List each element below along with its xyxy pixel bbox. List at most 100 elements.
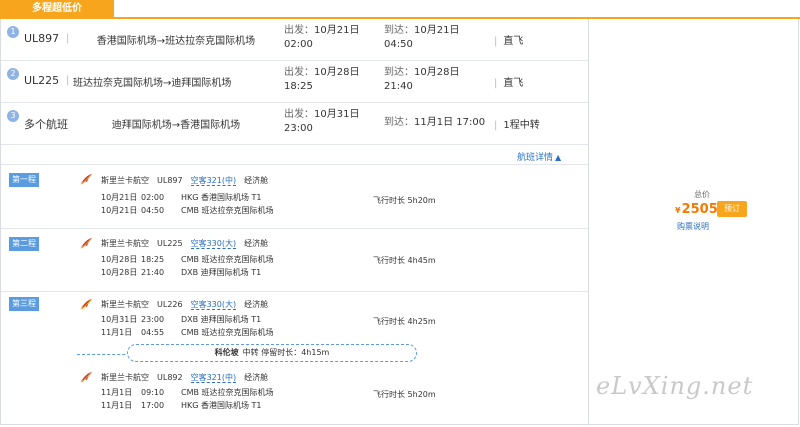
airline-info: 斯里兰卡航空 UL226 空客330(大) 经济舱: [101, 299, 276, 310]
airline-name: 斯里兰卡航空: [101, 176, 149, 185]
arrival-label: 到达：: [384, 117, 414, 128]
arrival-date: 10月28日: [414, 67, 460, 78]
itinerary-card: 1 UL897 | 香港国际机场→班达拉奈克国际机场 出发：10月21日 02:…: [0, 19, 799, 425]
price-amount: 2505: [681, 202, 718, 217]
flight-duration: 飞行时长 5h20m: [373, 390, 436, 399]
price-panel: 总价 ¥2505 预订 购票说明 eLvXing.net: [588, 19, 800, 425]
flight-number: UL897: [157, 176, 183, 185]
leg-date: 11月1日: [101, 401, 133, 410]
airline-info: 斯里兰卡航空 UL225 空客330(大) 经济舱: [101, 238, 276, 249]
departure-date: 10月28日: [314, 67, 360, 78]
flight-duration: 飞行时长 4h45m: [373, 256, 436, 265]
leg-airport: CMB 班达拉奈克国际机场: [181, 328, 274, 337]
arrival-leg: 10月28日 21:40 DXB 迪拜国际机场 T1: [101, 267, 261, 278]
airline-info: 斯里兰卡航空 UL892 空客321(中) 经济舱: [101, 372, 276, 383]
leg-date: 10月31日: [101, 315, 138, 324]
departure: 出发：10月21日 02:00: [284, 24, 359, 52]
step-number: 2: [7, 68, 19, 80]
arrival-time: 21:40: [384, 81, 413, 92]
flight-duration: 飞行时长 5h20m: [373, 196, 436, 205]
separator: |: [66, 75, 70, 86]
summary-row-1[interactable]: 1 UL897 | 香港国际机场→班达拉奈克国际机场 出发：10月21日 02:…: [1, 19, 588, 61]
route: 香港国际机场→班达拉奈克国际机场: [96, 36, 256, 47]
segment-2: 第二程 斯里兰卡航空 UL225 空客330(大) 经济舱 10月28日 18:25 CM…: [1, 229, 588, 291]
leg-time: 21:40: [141, 268, 165, 277]
book-button[interactable]: 预订: [717, 201, 747, 217]
departure-label: 出发：: [284, 25, 314, 36]
arrival: 到达：10月21日 04:50: [384, 24, 459, 52]
leg-time: 18:25: [141, 255, 165, 264]
airline-name: 斯里兰卡航空: [101, 300, 149, 309]
arrival-leg: 11月1日 04:55 CMB 班达拉奈克国际机场: [101, 327, 274, 338]
transfer-city: 科伦坡: [214, 348, 239, 357]
aircraft-type[interactable]: 空客330(大): [190, 300, 237, 310]
flight-number: UL226: [157, 300, 183, 309]
departure: 出发：10月28日 18:25: [284, 66, 359, 94]
flight-number: UL225: [157, 239, 183, 248]
cabin-class: 经济舱: [244, 176, 269, 185]
leg-time: 04:55: [141, 328, 165, 337]
summary-row-2[interactable]: 2 UL225 | 班达拉奈克国际机场→迪拜国际机场 出发：10月28日 18:…: [1, 61, 588, 103]
arrival-date: 11月1日 17:00: [414, 117, 486, 128]
leg-date: 10月28日: [101, 268, 138, 277]
airline-name: 斯里兰卡航空: [101, 373, 149, 382]
departure-label: 出发：: [284, 109, 314, 120]
aircraft-type[interactable]: 空客321(中): [190, 176, 237, 186]
summary-row-3[interactable]: 3 多个航班 迪拜国际机场→香港国际机场 出发：10月31日 23:00 到达：…: [1, 103, 588, 145]
departure-leg: 10月21日 02:00 HKG 香港国际机场 T1: [101, 192, 262, 203]
arrival-label: 到达：: [384, 25, 414, 36]
flight-number: UL897: [24, 32, 60, 45]
leg-date: 10月28日: [101, 255, 138, 264]
stop-type: 1程中转: [503, 120, 540, 131]
leg-airport: HKG 香港国际机场 T1: [181, 193, 262, 202]
flight-number: 多个航班: [24, 118, 68, 131]
arrival-time: 04:50: [384, 39, 413, 50]
route: 迪拜国际机场→香港国际机场: [111, 120, 241, 131]
separator: |: [66, 33, 70, 44]
arrival-label: 到达：: [384, 67, 414, 78]
leg-time: 04:50: [141, 206, 165, 215]
segment-1: 第一程 斯里兰卡航空 UL897 空客321(中) 经济舱 10月21日 02:00 HK…: [1, 165, 588, 228]
flight-details-label: 航班详情: [517, 153, 554, 163]
leg-time: 09:10: [141, 388, 165, 397]
segment-badge: 第二程: [9, 237, 39, 251]
leg-airport: DXB 迪拜国际机场 T1: [181, 268, 262, 277]
departure-label: 出发：: [284, 67, 314, 78]
stop-info: | 直飞: [494, 78, 524, 89]
departure-leg: 11月1日 09:10 CMB 班达拉奈克国际机场: [101, 387, 274, 398]
total-price-label: 总价: [694, 190, 710, 199]
leg-date: 11月1日: [101, 328, 133, 337]
tab-multi-city-deal[interactable]: 多程超低价: [0, 0, 114, 18]
cabin-class: 经济舱: [244, 239, 269, 248]
airline-logo-icon: [80, 299, 92, 310]
purchase-notes-link[interactable]: 购票说明: [677, 221, 709, 232]
transfer-text: 中转 停留时长：4h15m: [242, 348, 330, 357]
aircraft-type[interactable]: 空客321(中): [190, 373, 237, 383]
departure-time: 23:00: [284, 123, 313, 134]
airline-logo-icon: [80, 372, 92, 383]
leg-time: 23:00: [141, 315, 165, 324]
cabin-class: 经济舱: [244, 300, 269, 309]
arrival: 到达：10月28日 21:40: [384, 66, 459, 94]
departure-date: 10月21日: [314, 25, 360, 36]
stop-info: | 1程中转: [494, 120, 540, 131]
arrival-leg: 11月1日 17:00 HKG 香港国际机场 T1: [101, 400, 262, 411]
arrival-leg: 10月21日 04:50 CMB 班达拉奈克国际机场: [101, 205, 274, 216]
leg-airport: HKG 香港国际机场 T1: [181, 401, 262, 410]
route: 班达拉奈克国际机场→迪拜国际机场: [73, 78, 232, 89]
step-number: 3: [7, 110, 19, 122]
airline-name: 斯里兰卡航空: [101, 239, 149, 248]
flight-number: UL892: [157, 373, 183, 382]
segment-badge: 第一程: [9, 173, 39, 187]
currency-symbol: ¥: [675, 206, 681, 215]
leg-airport: DXB 迪拜国际机场 T1: [181, 315, 262, 324]
departure: 出发：10月31日 23:00: [284, 108, 359, 136]
aircraft-type[interactable]: 空客330(大): [190, 239, 237, 249]
departure-date: 10月31日: [314, 109, 360, 120]
stop-type: 直飞: [503, 78, 524, 89]
itinerary-main: 1 UL897 | 香港国际机场→班达拉奈克国际机场 出发：10月21日 02:…: [1, 19, 588, 425]
departure-time: 18:25: [284, 81, 313, 92]
transfer-info: 科伦坡 中转 停留时长：4h15m: [127, 344, 417, 362]
flight-details-link[interactable]: 航班详情 ▲: [517, 150, 561, 163]
chevron-up-icon: ▲: [555, 153, 562, 162]
